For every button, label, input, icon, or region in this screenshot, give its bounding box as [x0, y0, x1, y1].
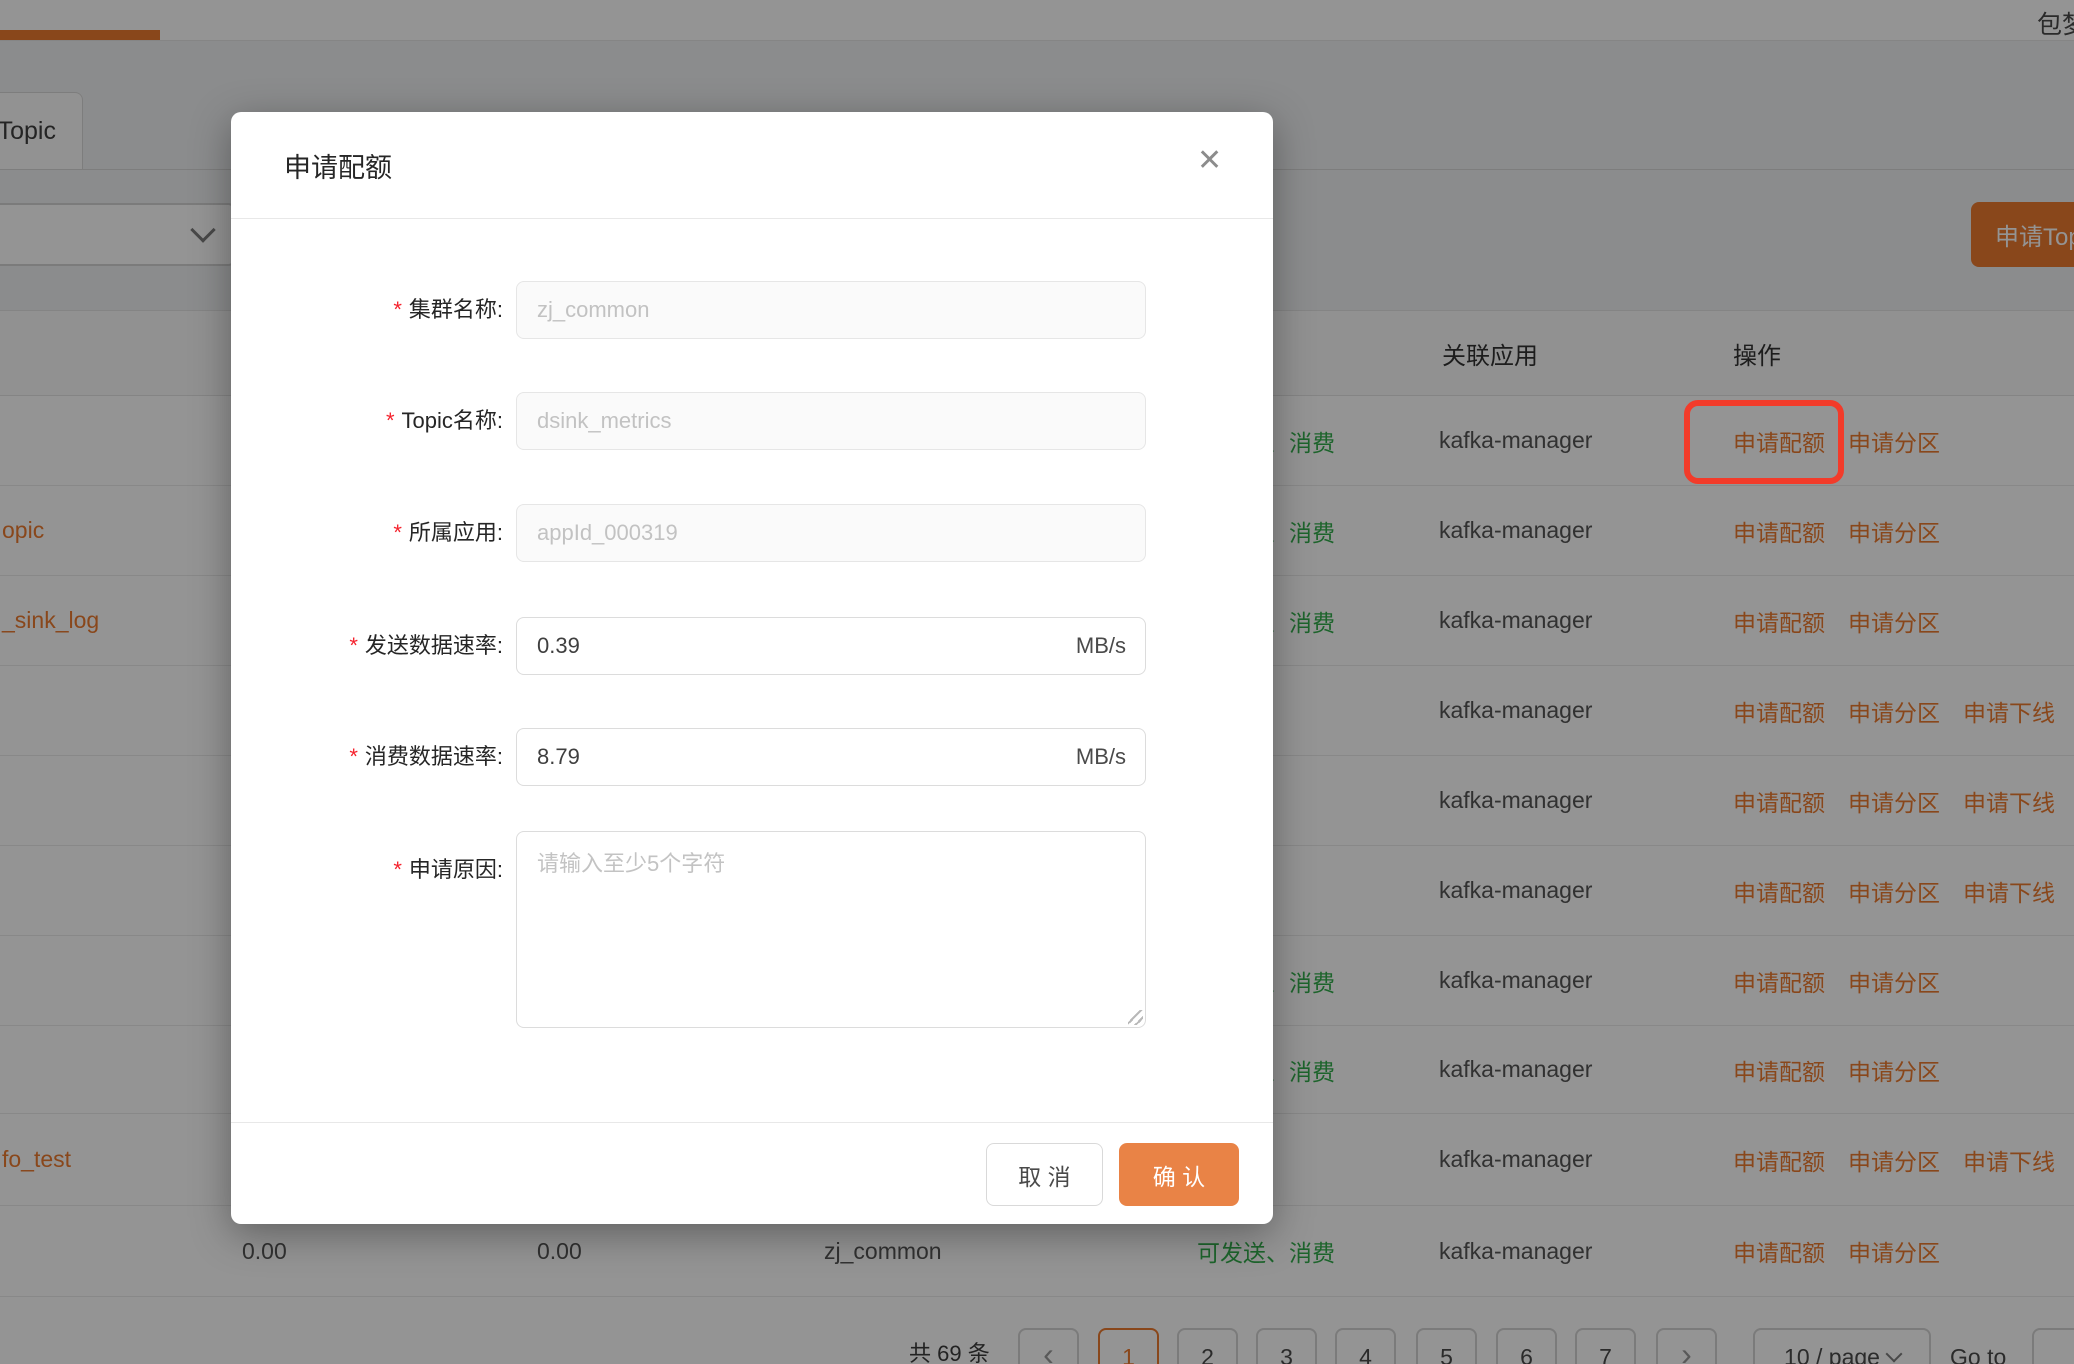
confirm-button[interactable]: 确 认	[1119, 1143, 1239, 1206]
topic-label: *Topic名称:	[231, 392, 503, 450]
app-label: *所属应用:	[231, 504, 503, 562]
required-mark: *	[386, 408, 395, 433]
send-rate-unit: MB/s	[1076, 617, 1126, 675]
highlight-annotation	[1684, 400, 1844, 484]
send-rate-label: *发送数据速率:	[231, 617, 503, 675]
send-rate-field[interactable]	[516, 617, 1146, 675]
modal-header: 申请配额 ✕	[231, 112, 1273, 219]
consume-rate-label: *消费数据速率:	[231, 728, 503, 786]
modal-footer: 取 消 确 认	[231, 1122, 1273, 1224]
topic-field	[516, 392, 1146, 450]
send-rate-wrap: MB/s	[516, 617, 1146, 675]
modal-title: 申请配额	[284, 112, 392, 218]
required-mark: *	[349, 744, 358, 769]
required-mark: *	[393, 857, 402, 882]
app-field	[516, 504, 1146, 562]
reason-field[interactable]	[516, 831, 1146, 1028]
consume-rate-wrap: MB/s	[516, 728, 1146, 786]
close-icon[interactable]: ✕	[1197, 146, 1222, 176]
required-mark: *	[349, 633, 358, 658]
cancel-button[interactable]: 取 消	[986, 1143, 1103, 1206]
cluster-field	[516, 281, 1146, 339]
reason-label: *申请原因:	[231, 841, 503, 899]
required-mark: *	[393, 520, 402, 545]
apply-quota-modal: 申请配额 ✕ *集群名称: *Topic名称: *所属应用: *发送数据速率: …	[231, 112, 1273, 1224]
required-mark: *	[393, 297, 402, 322]
cluster-label: *集群名称:	[231, 281, 503, 339]
consume-rate-unit: MB/s	[1076, 728, 1126, 786]
screen: 包梦 Topic 申请Topic 关联应用 操作 可发送、消费 kafka-ma…	[0, 0, 2074, 1364]
consume-rate-field[interactable]	[516, 728, 1146, 786]
